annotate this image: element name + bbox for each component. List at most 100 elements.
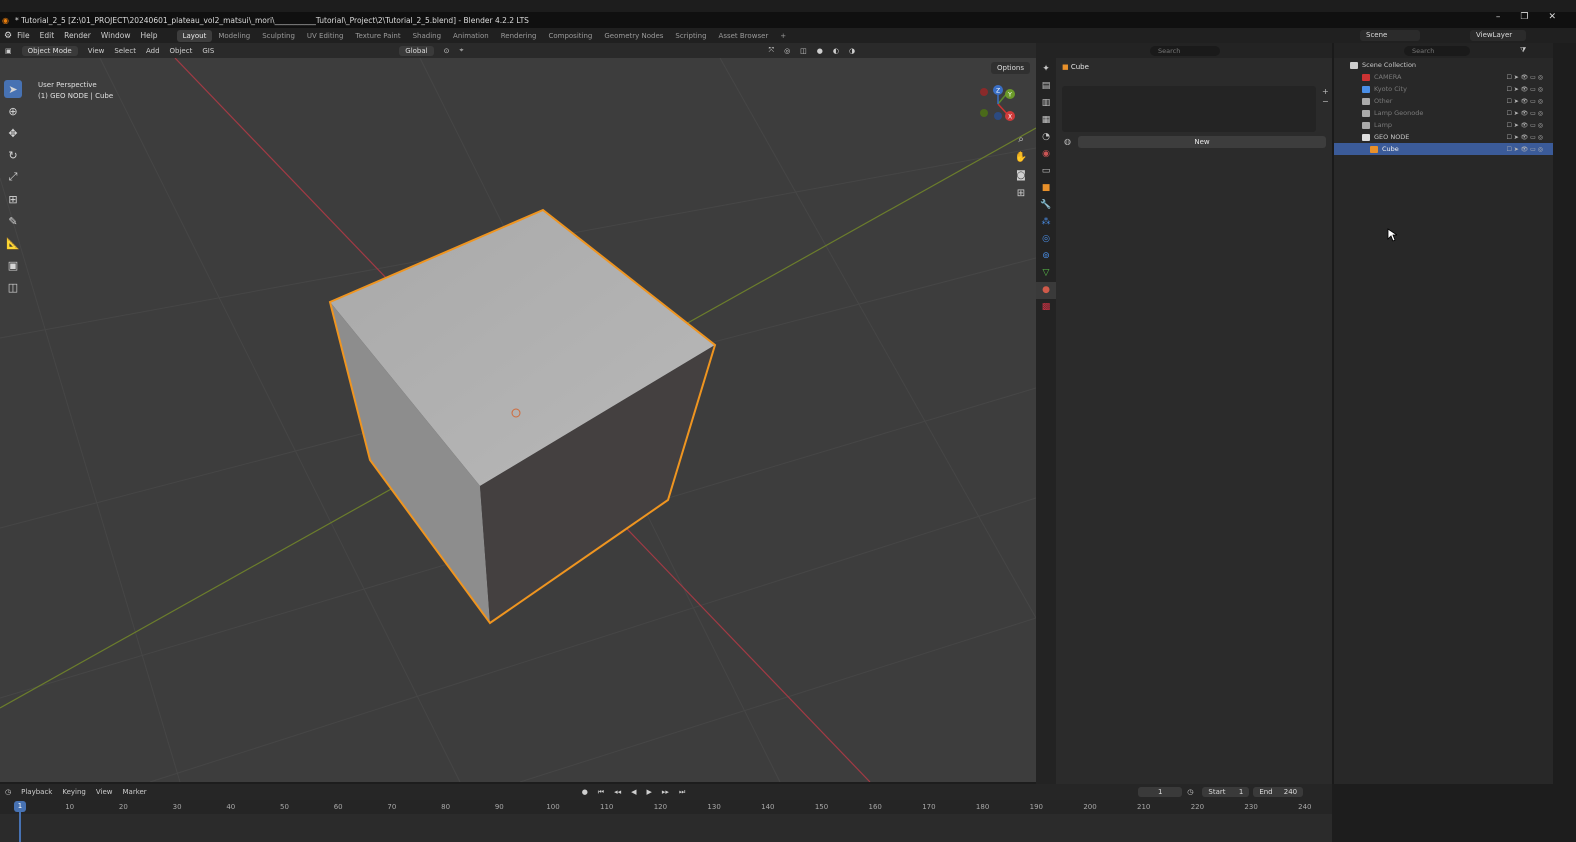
menu-edit[interactable]: Edit	[40, 31, 55, 40]
shading-material-icon[interactable]: ◐	[833, 47, 839, 55]
ortho-grid-icon[interactable]: ⊞	[1014, 188, 1028, 206]
output-tab-icon[interactable]: ▥	[1036, 95, 1056, 112]
blender-menu-icon[interactable]: ⚙	[4, 31, 12, 41]
tool-tab-icon[interactable]: ✦	[1036, 61, 1056, 78]
add-cube-tool-icon[interactable]: ▣	[4, 256, 22, 274]
visibility-toggles[interactable]: ☐ ➤ 👁 ▭ ◎	[1506, 134, 1543, 141]
3d-viewport[interactable]: ➤ ⊕ ✥ ↻ ⤢ ⊞ ✎ 📐 ▣ ◫ User Perspective (1)…	[0, 58, 1036, 782]
new-material-button[interactable]: New	[1078, 136, 1326, 148]
material-tab-icon[interactable]: ●	[1036, 282, 1056, 299]
workspace-tab-shading[interactable]: Shading	[407, 30, 447, 42]
prev-key-icon[interactable]: ◂◂	[614, 788, 621, 796]
workspace-tab-uv-editing[interactable]: UV Editing	[301, 30, 350, 42]
pan-hand-icon[interactable]: ✋	[1014, 152, 1028, 170]
menu-add[interactable]: Add	[146, 47, 160, 55]
outliner-row-lamp[interactable]: Lamp ☐ ➤ 👁 ▭ ◎	[1334, 119, 1553, 131]
next-key-icon[interactable]: ▸▸	[662, 788, 669, 796]
material-slot-list[interactable]	[1062, 86, 1316, 132]
physics-tab-icon[interactable]: ◎	[1036, 231, 1056, 248]
outliner-row-cube[interactable]: Cube ☐ ➤ 👁 ▭ ◎	[1334, 143, 1553, 155]
workspace-tab-animation[interactable]: Animation	[447, 30, 495, 42]
collection-tab-icon[interactable]: ▭	[1036, 163, 1056, 180]
rotate-tool-icon[interactable]: ↻	[4, 146, 22, 164]
workspace-tab--[interactable]: +	[774, 30, 792, 42]
visibility-toggles[interactable]: ☐ ➤ 👁 ▭ ◎	[1506, 74, 1543, 81]
particles-tab-icon[interactable]: ⁂	[1036, 214, 1056, 231]
object-tab-icon[interactable]: ■	[1036, 180, 1056, 197]
menu-object[interactable]: Object	[170, 47, 193, 55]
remove-slot-icon[interactable]: −	[1322, 97, 1329, 106]
overlay-toggle-icon[interactable]: ◎	[784, 47, 790, 55]
scene-selector[interactable]: Scene	[1360, 30, 1420, 41]
menu-select[interactable]: Select	[114, 47, 136, 55]
navigation-gizmo[interactable]: Z Y X	[976, 82, 1026, 132]
workspace-tab-texture-paint[interactable]: Texture Paint	[349, 30, 406, 42]
playhead-line[interactable]	[19, 812, 21, 842]
frame-ruler[interactable]: 10 20 30 40 50 60 70 80 90 100 110 120 130 140 150 160 1…	[0, 800, 1332, 814]
jump-start-icon[interactable]: ⏮	[598, 788, 604, 797]
pivot-icon[interactable]: ⊙	[444, 47, 450, 55]
zoom-icon[interactable]: ⌕	[1014, 134, 1028, 152]
scene-collection-row[interactable]: Scene Collection	[1334, 59, 1553, 71]
playhead-frame[interactable]: 1	[14, 801, 26, 812]
workspace-tab-rendering[interactable]: Rendering	[495, 30, 543, 42]
menu-gis[interactable]: GIS	[202, 47, 214, 55]
menu-render[interactable]: Render	[64, 31, 91, 40]
cursor-tool-icon[interactable]: ⊕	[4, 102, 22, 120]
workspace-tab-geometry-nodes[interactable]: Geometry Nodes	[598, 30, 669, 42]
workspace-tab-layout[interactable]: Layout	[176, 29, 213, 42]
menu-help[interactable]: Help	[140, 31, 157, 40]
workspace-tab-sculpting[interactable]: Sculpting	[256, 30, 301, 42]
scale-tool-icon[interactable]: ⤢	[4, 168, 22, 186]
close-button[interactable]: ✕	[1548, 12, 1556, 22]
measure-tool-icon[interactable]: 📐	[4, 234, 22, 252]
add-slot-icon[interactable]: +	[1322, 87, 1329, 96]
shading-solid-icon[interactable]: ●	[817, 47, 823, 55]
timeline-editor-icon[interactable]: ◷	[5, 788, 11, 796]
view-layer-tab-icon[interactable]: ▦	[1036, 112, 1056, 129]
menu-file[interactable]: File	[17, 31, 30, 40]
transform-orientation[interactable]: Global	[399, 45, 434, 56]
extrude-tool-icon[interactable]: ◫	[4, 278, 22, 296]
jump-end-icon[interactable]: ⏭	[679, 788, 685, 797]
minimize-button[interactable]: –	[1496, 12, 1501, 22]
outliner-row-lamp-geonode[interactable]: Lamp Geonode ☐ ➤ 👁 ▭ ◎	[1334, 107, 1553, 119]
visibility-toggles[interactable]: ☐ ➤ 👁 ▭ ◎	[1506, 86, 1543, 93]
outliner-row-kyoto-city[interactable]: Kyoto City ☐ ➤ 👁 ▭ ◎	[1334, 83, 1553, 95]
annotate-tool-icon[interactable]: ✎	[4, 212, 22, 230]
timeline-menu-view[interactable]: View	[96, 788, 113, 796]
workspace-tab-modeling[interactable]: Modeling	[212, 30, 256, 42]
visibility-toggles[interactable]: ☐ ➤ 👁 ▭ ◎	[1506, 98, 1543, 105]
camera-view-icon[interactable]: ◙	[1014, 170, 1028, 188]
workspace-tab-compositing[interactable]: Compositing	[542, 30, 598, 42]
shading-rendered-icon[interactable]: ◑	[849, 47, 855, 55]
outliner-search[interactable]: Search	[1404, 45, 1470, 56]
end-frame-field[interactable]: End 240	[1253, 787, 1304, 797]
outliner-row-other[interactable]: Other ☐ ➤ 👁 ▭ ◎	[1334, 95, 1553, 107]
transform-tool-icon[interactable]: ⊞	[4, 190, 22, 208]
editor-type-icon[interactable]: ▣	[5, 47, 12, 55]
menu-window[interactable]: Window	[101, 31, 131, 40]
visibility-toggles[interactable]: ☐ ➤ 👁 ▭ ◎	[1506, 122, 1543, 129]
autokey-icon[interactable]: ●	[582, 788, 588, 796]
current-frame-field[interactable]: 1	[1138, 787, 1183, 797]
workspace-tab-scripting[interactable]: Scripting	[669, 30, 712, 42]
mode-selector[interactable]: Object Mode	[21, 45, 78, 56]
visibility-toggles[interactable]: ☐ ➤ 👁 ▭ ◎	[1506, 146, 1543, 153]
filter-icon[interactable]: ⧩	[1520, 46, 1526, 55]
play-icon[interactable]: ▶	[647, 788, 652, 796]
constraints-tab-icon[interactable]: ⊚	[1036, 248, 1056, 265]
gizmo-toggle-icon[interactable]: ⤧	[768, 46, 774, 55]
visibility-toggles[interactable]: ☐ ➤ 👁 ▭ ◎	[1506, 110, 1543, 117]
world-tab-icon[interactable]: ◉	[1036, 146, 1056, 163]
modifier-tab-icon[interactable]: 🔧	[1036, 197, 1056, 214]
texture-tab-icon[interactable]: ▩	[1036, 299, 1056, 316]
material-browse-icon[interactable]: ◍	[1064, 137, 1071, 146]
render-tab-icon[interactable]: ▤	[1036, 78, 1056, 95]
select-tool-icon[interactable]: ➤	[4, 80, 22, 98]
timeline-menu-keying[interactable]: Keying	[62, 788, 86, 796]
xray-toggle-icon[interactable]: ◫	[800, 47, 807, 55]
outliner-row-camera[interactable]: CAMERA ☐ ➤ 👁 ▭ ◎	[1334, 71, 1553, 83]
timeline-menu-playback[interactable]: Playback	[21, 788, 52, 796]
options-button[interactable]: Options	[990, 62, 1030, 74]
